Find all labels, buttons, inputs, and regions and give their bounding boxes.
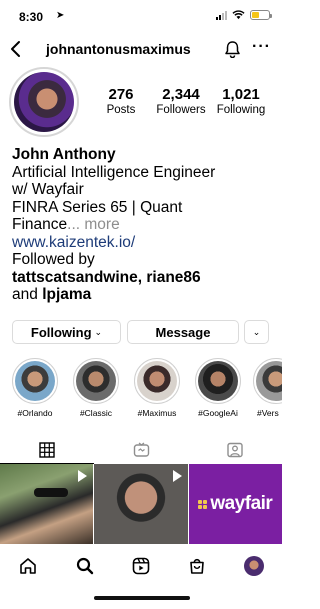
message-button-label: Message — [155, 324, 211, 340]
shop-icon — [190, 558, 205, 574]
stat-posts[interactable]: 276 Posts — [96, 86, 146, 116]
tab-posts-grid[interactable] — [0, 436, 94, 464]
status-icons — [216, 10, 272, 20]
chevron-down-icon: ⌄ — [94, 326, 103, 337]
bio-line: Finance — [12, 216, 68, 233]
profile-username: johnantonusmaximus — [46, 41, 191, 57]
highlight-thumbnail — [15, 361, 55, 401]
notification-bell-icon[interactable] — [224, 40, 241, 58]
highlight-ring — [253, 358, 282, 404]
more-options-icon[interactable]: ··· — [252, 38, 271, 56]
message-button[interactable]: Message — [127, 320, 239, 344]
wayfair-logo-text: wayfair — [210, 493, 273, 514]
sunglasses-shape — [34, 488, 68, 497]
home-indicator[interactable] — [94, 596, 190, 600]
highlight-caption: #Classic — [79, 408, 113, 418]
following-label: Following — [216, 104, 266, 116]
profile-avatar-small — [243, 556, 264, 576]
highlight-ring — [12, 358, 58, 404]
website-link[interactable]: www.kaizentek.io/ — [12, 234, 280, 252]
highlight-thumbnail — [137, 361, 177, 401]
tab-tagged[interactable] — [188, 436, 282, 464]
followed-by-and: and — [12, 286, 38, 303]
status-time: 8:30 — [19, 10, 44, 24]
video-play-icon — [172, 470, 182, 482]
following-button-label: Following — [30, 324, 92, 340]
highlight-item[interactable]: #Maximus — [131, 358, 183, 418]
highlight-caption: #Maximus — [137, 408, 177, 418]
bio-line: FINRA Series 65 | Quant — [12, 198, 183, 216]
nav-profile[interactable] — [226, 548, 282, 584]
tab-reels[interactable] — [94, 436, 188, 464]
post-thumbnail[interactable] — [94, 464, 188, 544]
display-name: John Anthony — [12, 146, 116, 163]
highlight-caption: #GoogleAi — [198, 408, 238, 418]
followed-by-prefix: Followed by — [12, 251, 95, 268]
posts-label: Posts — [106, 104, 136, 116]
nav-search[interactable] — [56, 548, 112, 584]
highlight-thumbnail — [256, 361, 282, 401]
highlight-item[interactable]: #Classic — [70, 358, 122, 418]
highlight-item[interactable]: #GoogleAi — [192, 358, 244, 418]
bottom-navigation — [0, 548, 282, 584]
back-arrow-icon[interactable] — [9, 40, 23, 58]
nav-shop[interactable] — [169, 548, 225, 584]
posts-grid: wayfair — [0, 464, 282, 544]
search-icon — [76, 557, 93, 575]
highlight-item[interactable]: #Orlando — [9, 358, 61, 418]
followers-label: Followers — [156, 104, 206, 116]
highlight-caption: #Vers — [257, 408, 279, 418]
bio-line-truncated: Finance... more — [12, 216, 280, 234]
profile-avatar[interactable] — [9, 67, 79, 137]
nav-reels[interactable] — [113, 548, 169, 584]
followed-by-last[interactable]: lpjama — [42, 286, 91, 303]
battery-icon — [250, 10, 272, 20]
location-icon: ➤ — [56, 10, 65, 21]
status-bar: 8:30 ➤ — [0, 0, 282, 36]
stat-followers[interactable]: 2,344 Followers — [152, 86, 210, 116]
highlight-caption: #Orlando — [17, 408, 53, 418]
highlight-thumbnail — [198, 361, 238, 401]
highlight-ring — [195, 358, 241, 404]
followed-by-last-line: and lpjama — [12, 286, 280, 304]
post-thumbnail[interactable]: wayfair — [188, 464, 282, 544]
followed-by-names[interactable]: tattscatsandwine, riane86 — [12, 269, 280, 287]
content-tabs — [0, 436, 282, 464]
wayfair-logo-icon — [198, 499, 208, 509]
tagged-icon — [227, 442, 243, 458]
highlight-ring — [73, 358, 119, 404]
stat-following[interactable]: 1,021 Following — [212, 86, 270, 116]
reels-icon — [132, 557, 150, 575]
profile-bio: John Anthony Artificial Intelligence Eng… — [12, 146, 280, 304]
highlight-thumbnail — [76, 361, 116, 401]
highlight-item[interactable]: #Vers — [253, 358, 282, 418]
bio-line: Artificial Intelligence Engineer — [12, 163, 216, 181]
post-thumbnail[interactable] — [0, 464, 94, 544]
home-icon — [20, 558, 37, 574]
wifi-icon — [232, 10, 245, 20]
grid-icon — [39, 441, 55, 458]
following-button[interactable]: Following ⌄ — [12, 320, 121, 344]
video-play-icon — [78, 470, 88, 482]
reels-tab-icon — [133, 442, 149, 457]
bio-more-link[interactable]: ... more — [67, 216, 120, 233]
nav-home[interactable] — [0, 548, 56, 584]
following-count: 1,021 — [222, 86, 260, 103]
bio-line: w/ Wayfair — [12, 181, 84, 198]
cellular-signal-icon — [216, 10, 227, 20]
highlight-ring — [134, 358, 180, 404]
chevron-down-icon: ⌄ — [252, 326, 261, 337]
suggested-users-button[interactable]: ⌄ — [244, 320, 269, 344]
profile-header: johnantonusmaximus ··· — [0, 36, 282, 64]
posts-count: 276 — [108, 86, 134, 103]
followers-count: 2,344 — [162, 86, 200, 103]
profile-photo — [14, 72, 74, 132]
